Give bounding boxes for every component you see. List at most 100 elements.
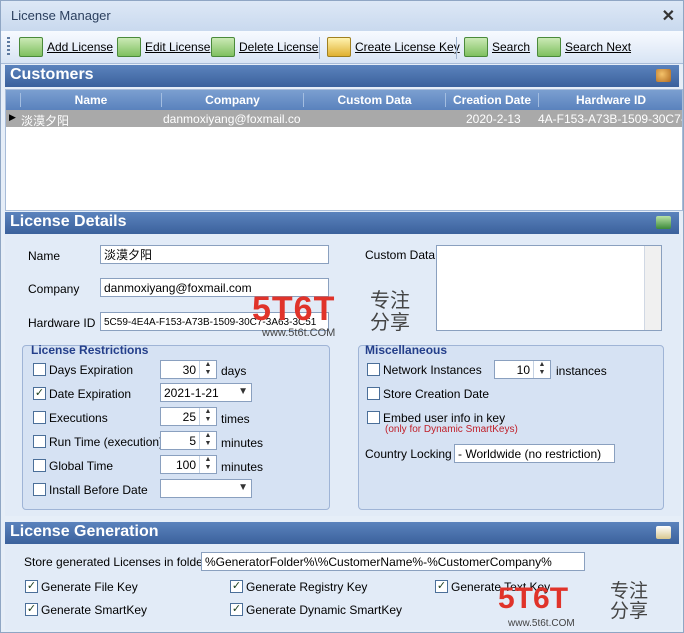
store-creation-date-label: Store Creation Date: [383, 387, 490, 401]
embed-user-info-label: Embed user info in key: [383, 411, 506, 425]
search-button[interactable]: Search: [464, 35, 530, 59]
generate-registry-key-label: Generate Registry Key: [246, 580, 368, 594]
network-instances-stepper[interactable]: 10 ▲ ▼: [494, 360, 551, 379]
run-time-checkbox[interactable]: [33, 435, 46, 448]
customers-header: Customers: [5, 65, 679, 87]
company-label: Company: [28, 282, 80, 296]
cell-company: danmoxiyang@foxmail.com: [163, 112, 301, 126]
name-label: Name: [28, 249, 61, 263]
executions-checkbox[interactable]: [33, 411, 46, 424]
cell-name: 淡漠夕阳: [21, 114, 70, 128]
create-license-key-button[interactable]: Create License Key: [327, 35, 460, 59]
add-license-button[interactable]: Add License: [19, 35, 113, 59]
custom-data-scrollbar[interactable]: [644, 246, 661, 330]
days-expiration-stepper[interactable]: 30 ▲ ▼: [160, 360, 217, 379]
cell-creation-date: 2020-2-13: [466, 112, 521, 126]
license-details-icon: [656, 216, 671, 229]
generate-text-key-checkbox[interactable]: ✓: [435, 580, 448, 593]
column-header-name[interactable]: Name: [20, 93, 161, 107]
run-time-label: Run Time (execution): [49, 435, 164, 449]
generate-smartkey-label: Generate SmartKey: [41, 603, 148, 617]
days-expiration-label: Days Expiration: [49, 363, 134, 377]
days-expiration-checkbox[interactable]: [33, 363, 46, 376]
custom-data-field[interactable]: [436, 245, 662, 331]
custom-data-label: Custom Data: [365, 248, 436, 262]
search-next-button[interactable]: Search Next: [537, 35, 631, 59]
license-restrictions-title: License Restrictions: [31, 343, 149, 357]
executions-unit: times: [221, 412, 250, 426]
folder-field[interactable]: %GeneratorFolder%\%CustomerName%-%Custom…: [201, 552, 585, 571]
column-header-hardware-id[interactable]: Hardware ID: [538, 93, 682, 107]
row-selector-icon: ▶: [9, 112, 16, 122]
stepper-arrows-icon[interactable]: ▲ ▼: [199, 456, 216, 473]
stepper-arrows-icon[interactable]: ▲ ▼: [199, 361, 216, 378]
users-icon: [656, 69, 671, 82]
miscellaneous-title: Miscellaneous: [365, 343, 448, 357]
toolbar: Add License Edit License Delete License …: [1, 31, 683, 64]
grid-header: Name Company Custom Data Creation Date H…: [6, 90, 682, 110]
embed-user-info-checkbox[interactable]: [367, 411, 380, 424]
run-time-unit: minutes: [221, 436, 264, 450]
executions-stepper[interactable]: 25 ▲ ▼: [160, 407, 217, 426]
generate-smartkey-checkbox[interactable]: ✓: [25, 603, 38, 616]
global-time-checkbox[interactable]: [33, 459, 46, 472]
install-before-picker[interactable]: ▼: [160, 479, 252, 498]
column-header-company[interactable]: Company: [161, 93, 303, 107]
add-license-icon: [19, 37, 43, 57]
run-time-stepper[interactable]: 5 ▲ ▼: [160, 431, 217, 450]
global-time-stepper[interactable]: 100 ▲ ▼: [160, 455, 217, 474]
days-unit: days: [221, 364, 247, 378]
instances-unit: instances: [556, 364, 607, 378]
global-time-unit: minutes: [221, 460, 264, 474]
company-field[interactable]: danmoxiyang@foxmail.com: [100, 278, 329, 297]
executions-label: Executions: [49, 411, 108, 425]
title-bar: License Manager ✕: [1, 1, 683, 31]
delete-license-icon: [211, 37, 235, 57]
license-generation-header: License Generation: [5, 522, 679, 544]
search-next-icon: [537, 37, 561, 57]
stepper-arrows-icon[interactable]: ▲ ▼: [199, 408, 216, 425]
license-manager-window: License Manager ✕ Add License Edit Licen…: [0, 0, 684, 633]
key-icon: [327, 37, 351, 57]
generate-dynamic-smartkey-label: Generate Dynamic SmartKey: [246, 603, 403, 617]
edit-license-button[interactable]: Edit License: [117, 35, 210, 59]
generate-file-key-checkbox[interactable]: ✓: [25, 580, 38, 593]
store-creation-date-checkbox[interactable]: [367, 387, 380, 400]
close-icon[interactable]: ✕: [662, 6, 675, 26]
generate-file-key-label: Generate File Key: [41, 580, 138, 594]
stepper-arrows-icon[interactable]: ▲ ▼: [533, 361, 550, 378]
generate-registry-key-checkbox[interactable]: ✓: [230, 580, 243, 593]
hardware-id-label: Hardware ID: [28, 316, 96, 330]
chevron-down-icon[interactable]: ▼: [238, 386, 248, 397]
search-icon: [464, 37, 488, 57]
date-expiration-label: Date Expiration: [49, 387, 132, 401]
edit-license-icon: [117, 37, 141, 57]
window-title: License Manager: [11, 8, 111, 23]
toolbar-grip[interactable]: [7, 37, 10, 57]
install-before-checkbox[interactable]: [33, 483, 46, 496]
customers-grid[interactable]: Name Company Custom Data Creation Date H…: [5, 89, 683, 211]
column-header-creation-date[interactable]: Creation Date: [445, 93, 538, 107]
cell-hardware-id: 4A-F153-A73B-1509-30C7-3A: [538, 112, 682, 126]
country-locking-label: Country Locking: [365, 447, 452, 461]
column-header-custom-data[interactable]: Custom Data: [303, 93, 445, 107]
network-instances-label: Network Instances: [383, 363, 482, 377]
network-instances-checkbox[interactable]: [367, 363, 380, 376]
toolbar-separator: [319, 37, 320, 59]
global-time-label: Global Time: [49, 459, 114, 473]
name-field[interactable]: 淡漠夕阳: [100, 245, 329, 264]
date-expiration-checkbox[interactable]: ✓: [33, 387, 46, 400]
license-details-header: License Details: [5, 212, 679, 234]
chevron-down-icon[interactable]: ▼: [238, 482, 248, 493]
license-generation-panel: Store generated Licenses in folder: %Gen…: [5, 544, 681, 630]
hardware-id-field[interactable]: 5C59-4E4A-F153-A73B-1509-30C7-3A63-3C51: [100, 312, 329, 331]
generate-dynamic-smartkey-checkbox[interactable]: ✓: [230, 603, 243, 616]
table-row[interactable]: ▶ 淡漠夕阳 danmoxiyang@foxmail.com 2020-2-13…: [6, 110, 682, 128]
install-before-label: Install Before Date: [49, 483, 148, 497]
document-icon: [656, 526, 671, 539]
stepper-arrows-icon[interactable]: ▲ ▼: [199, 432, 216, 449]
delete-license-button[interactable]: Delete License: [211, 35, 318, 59]
generate-text-key-label: Generate Text Key: [451, 580, 551, 594]
date-expiration-picker[interactable]: 2021-1-21 ▼: [160, 383, 252, 402]
country-locking-field[interactable]: - Worldwide (no restriction): [454, 444, 615, 463]
